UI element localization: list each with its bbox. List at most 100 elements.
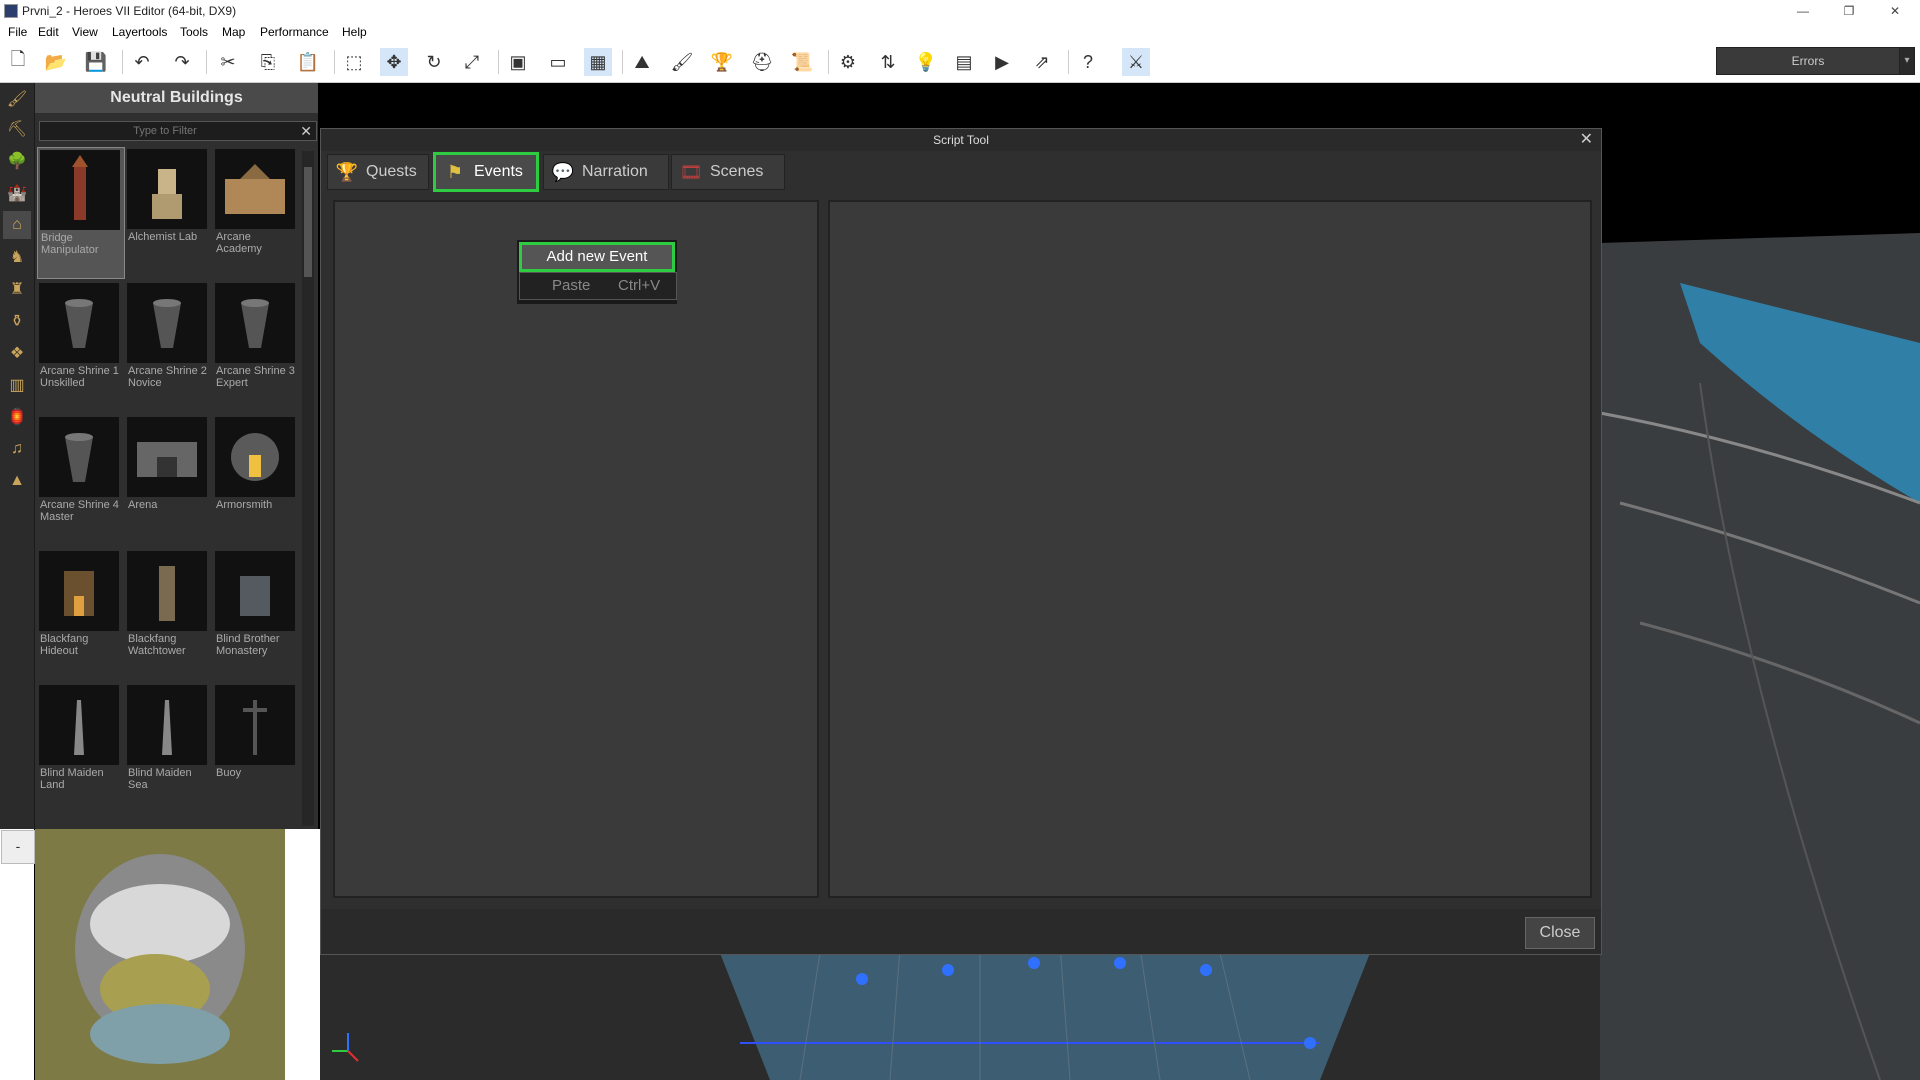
open-folder-icon[interactable]: 📂 xyxy=(42,48,70,76)
script-icon[interactable]: ▤ xyxy=(950,48,978,76)
save-icon[interactable]: 💾 xyxy=(82,48,110,76)
item-label: Arcane Shrine 1 Unskilled xyxy=(40,365,119,389)
palette-item[interactable]: Blind Maiden Land xyxy=(37,683,123,813)
item-label: Blind Brother Monastery xyxy=(216,633,280,657)
minimap-toggle-button[interactable]: - xyxy=(1,830,35,864)
new-file-icon[interactable]: 🗋 xyxy=(4,48,32,76)
minimap[interactable] xyxy=(35,829,285,1080)
select-icon[interactable]: ⬚ xyxy=(340,48,368,76)
palette-item[interactable]: Arcane Shrine 3 Expert xyxy=(213,281,299,411)
brush-icon[interactable]: 🖌 xyxy=(3,85,31,113)
alchemist-thumbnail-icon xyxy=(127,149,207,229)
chest-icon[interactable]: ▥ xyxy=(3,371,31,399)
tree-icon[interactable]: 🌳 xyxy=(3,147,31,175)
palette-scrollbar[interactable] xyxy=(302,151,314,826)
tab-narration[interactable]: 💬 Narration xyxy=(543,154,669,190)
artifact-icon[interactable]: ⚱ xyxy=(3,307,31,335)
lamp-icon[interactable]: 🏮 xyxy=(3,403,31,431)
palette-item[interactable]: Arcane Shrine 4 Master xyxy=(37,415,123,545)
add-new-event-menu-item[interactable]: Add new Event xyxy=(519,242,675,272)
filter-input[interactable] xyxy=(40,122,290,140)
item-label: Blackfang Hideout xyxy=(40,633,89,657)
palette-item[interactable]: Buoy xyxy=(213,683,299,813)
screenshot-icon[interactable]: ▣ xyxy=(504,48,532,76)
cut-icon[interactable]: ✂ xyxy=(214,48,242,76)
menu-layertools[interactable]: Layertools xyxy=(112,25,167,39)
grid-icon[interactable]: ▦ xyxy=(584,48,612,76)
rotate-icon[interactable]: ↻ xyxy=(420,48,448,76)
scroll-icon[interactable]: 📜 xyxy=(788,48,816,76)
creature-icon[interactable]: ♞ xyxy=(3,243,31,271)
move-icon[interactable]: ✥ xyxy=(380,48,408,76)
export-icon[interactable]: ⇗ xyxy=(1028,48,1056,76)
castle-icon[interactable]: 🏰 xyxy=(3,179,31,207)
palette-item[interactable]: Blind Brother Monastery xyxy=(213,549,299,679)
horn-icon[interactable]: ♫ xyxy=(3,435,31,463)
menu-map[interactable]: Map xyxy=(222,25,245,39)
menu-tools[interactable]: Tools xyxy=(180,25,208,39)
trophy-icon[interactable]: 🏆 xyxy=(708,48,736,76)
item-label: Blind Maiden Land xyxy=(40,767,104,791)
hideout-thumbnail-icon xyxy=(39,551,119,631)
tab-events[interactable]: ⚑ Events xyxy=(433,152,539,192)
crystal-icon[interactable]: ❖ xyxy=(3,339,31,367)
watchtower-thumbnail-icon xyxy=(127,551,207,631)
paste-menu-item[interactable]: Paste Ctrl+V xyxy=(519,272,677,300)
errors-button[interactable]: Errors xyxy=(1716,47,1900,75)
shrine-thumbnail-icon xyxy=(215,283,295,363)
undo-icon[interactable]: ↶ xyxy=(128,48,156,76)
palette-item[interactable]: Armorsmith xyxy=(213,415,299,545)
paste-icon[interactable]: 📋 xyxy=(294,48,322,76)
close-button[interactable]: Close xyxy=(1525,917,1595,949)
pickaxe-icon[interactable]: ⛏ xyxy=(3,115,31,143)
copy-icon[interactable]: ⎘ xyxy=(254,48,282,76)
flag-icon: ⚑ xyxy=(446,162,464,182)
clear-filter-icon[interactable]: ✕ xyxy=(300,122,312,140)
menu-help[interactable]: Help xyxy=(342,25,367,39)
palette-item[interactable]: Arcane Shrine 2 Novice xyxy=(125,281,211,411)
dialog-close-icon[interactable]: ✕ xyxy=(1580,131,1593,149)
menu-file[interactable]: File xyxy=(8,25,27,39)
palette-item[interactable]: Arcane Academy xyxy=(213,147,299,277)
misc-object-icon[interactable]: ▲ xyxy=(3,467,31,495)
palette-item[interactable]: Arcane Shrine 1 Unskilled xyxy=(37,281,123,411)
neutral-building-icon[interactable]: ⌂ xyxy=(3,211,31,239)
terrain-icon[interactable]: ⛰ xyxy=(628,48,656,76)
paint-icon[interactable]: 🖌 xyxy=(668,48,696,76)
film-icon: 🎞 xyxy=(679,162,703,182)
settings-gears-icon[interactable]: ⚙ xyxy=(834,48,862,76)
errors-dropdown[interactable]: ▾ xyxy=(1899,47,1915,75)
events-list-panel[interactable]: Add new Event Paste Ctrl+V xyxy=(333,200,819,898)
lightbulb-icon[interactable]: 💡 xyxy=(912,48,940,76)
transfer-icon[interactable]: ⇅ xyxy=(874,48,902,76)
menu-edit[interactable]: Edit xyxy=(38,25,59,39)
palette-item[interactable]: Arena xyxy=(125,415,211,545)
view-2d-icon[interactable]: ▭ xyxy=(544,48,572,76)
palette-item[interactable]: Bridge Manipulator xyxy=(37,147,125,279)
tab-scenes[interactable]: 🎞 Scenes xyxy=(671,154,785,190)
play-icon[interactable]: ▶ xyxy=(988,48,1016,76)
close-window-button[interactable]: ✕ xyxy=(1872,0,1918,22)
restore-button[interactable]: ❐ xyxy=(1826,0,1872,22)
palette-item[interactable]: Blackfang Watchtower xyxy=(125,549,211,679)
item-label: Arcane Shrine 3 Expert xyxy=(216,365,295,389)
minimize-button[interactable]: — xyxy=(1780,0,1826,22)
palette-item[interactable]: Blind Maiden Sea xyxy=(125,683,211,813)
helmet-icon[interactable]: ⛑ xyxy=(748,48,776,76)
window-title: Prvni_2 - Heroes VII Editor (64-bit, DX9… xyxy=(22,4,237,18)
menu-performance[interactable]: Performance xyxy=(260,25,329,39)
tab-quests[interactable]: 🏆 Quests xyxy=(327,154,429,190)
palette-item[interactable]: Blackfang Hideout xyxy=(37,549,123,679)
scrollbar-thumb[interactable] xyxy=(304,167,312,277)
item-label: Bridge Manipulator xyxy=(41,232,99,256)
help-icon[interactable]: ? xyxy=(1074,48,1102,76)
shrine-thumbnail-icon xyxy=(39,283,119,363)
shrine-thumbnail-icon xyxy=(39,417,119,497)
palette-item[interactable]: Alchemist Lab xyxy=(125,147,211,277)
redo-icon[interactable]: ↷ xyxy=(168,48,196,76)
menu-view[interactable]: View xyxy=(72,25,98,39)
filter-box: ✕ xyxy=(39,121,317,141)
scale-icon[interactable]: ⤢ xyxy=(458,48,486,76)
crossed-swords-icon[interactable]: ⚔ xyxy=(1122,48,1150,76)
hero-icon[interactable]: ♜ xyxy=(3,275,31,303)
